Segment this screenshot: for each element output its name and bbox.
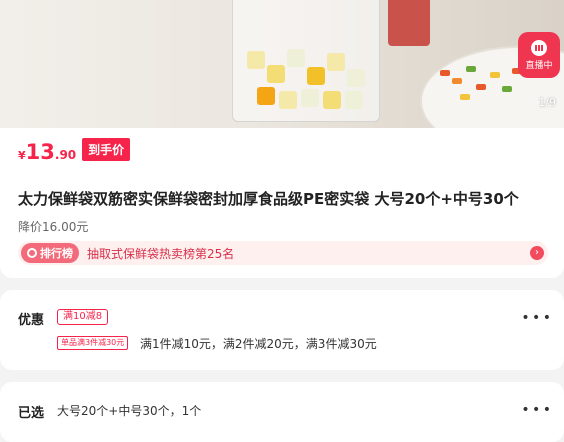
original-price: 降价16.00元 — [18, 220, 89, 234]
live-label: 直播中 — [525, 61, 553, 71]
product-title: 太力保鲜袋双筋密实保鲜袋密封加厚食品级PE密实袋 大号20个+中号30个 — [18, 190, 519, 208]
product-info-card: ¥ 13 .90 到手价 太力保鲜袋双筋密实保鲜袋密封加厚食品级PE密实袋 大号… — [0, 128, 564, 278]
price-decimal: .90 — [54, 148, 77, 162]
ranking-badge-label: 排行榜 — [40, 247, 73, 260]
ranking-bar[interactable]: 排行榜 抽取式保鲜袋热卖榜第25名 › — [18, 241, 548, 265]
promotion-label: 优惠 — [18, 313, 45, 328]
price: ¥ 13 .90 — [18, 140, 76, 164]
selection-card[interactable]: 已选 大号20个+中号30个，1个 • • • — [0, 382, 564, 442]
red-product-image — [388, 0, 430, 46]
chevron-right-icon[interactable]: › — [530, 246, 544, 260]
live-stream-badge[interactable]: 直播中 — [518, 32, 560, 78]
coupon-tag[interactable]: 满10减8 — [57, 309, 109, 325]
more-icon[interactable]: • • • — [521, 310, 551, 326]
promotion-tag: 单品满3件减30元 — [57, 336, 129, 350]
price-row: ¥ 13 .90 到手价 — [18, 138, 131, 164]
final-price-tag: 到手价 — [82, 138, 131, 161]
product-bag-image — [232, 0, 380, 122]
promotion-card[interactable]: 优惠 满10减8 单品满3件减30元 满1件减10元，满2件减20元，满3件减3… — [0, 290, 564, 370]
ranking-badge: 排行榜 — [21, 243, 79, 263]
ranking-text: 抽取式保鲜袋热卖榜第25名 — [87, 246, 235, 261]
trophy-icon — [27, 248, 37, 258]
image-pager: 1/9 — [538, 96, 556, 109]
more-icon[interactable]: • • • — [521, 402, 551, 418]
price-currency: ¥ — [18, 149, 26, 162]
live-icon — [531, 40, 547, 56]
selected-spec: 大号20个+中号30个，1个 — [57, 404, 202, 418]
promotion-detail: 满1件减10元，满2件减20元，满3件减30元 — [140, 337, 377, 351]
selection-label: 已选 — [18, 406, 45, 421]
product-image-carousel[interactable]: 直播中 1/9 — [0, 0, 564, 128]
price-integer: 13 — [25, 140, 55, 164]
